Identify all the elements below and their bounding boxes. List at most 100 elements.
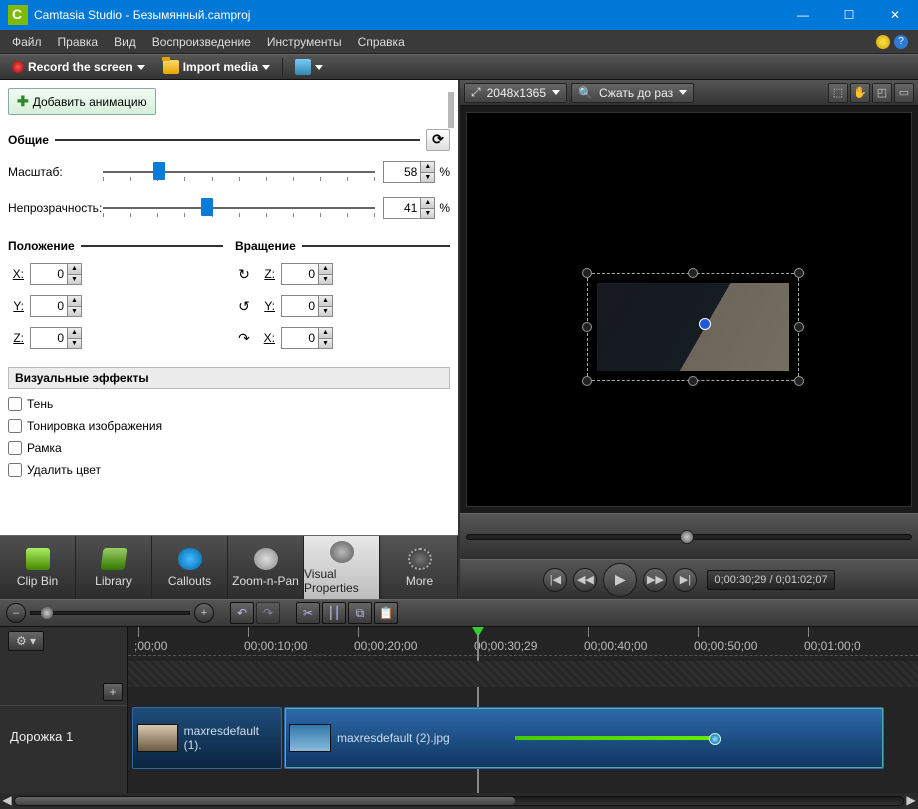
- timeline-tracks[interactable]: ;00;00 00;00:10;00 00;00:20;00 00;00:30;…: [128, 627, 918, 793]
- handle-ne[interactable]: [794, 268, 804, 278]
- tab-clip-bin[interactable]: Clip Bin: [0, 536, 76, 599]
- track-label[interactable]: Дорожка 1: [0, 705, 127, 767]
- effect-removecolor-checkbox[interactable]: [8, 463, 22, 477]
- undo-button[interactable]: ↶: [230, 602, 254, 624]
- handle-s[interactable]: [688, 376, 698, 386]
- redo-button[interactable]: ↷: [256, 602, 280, 624]
- tab-zoom-pan[interactable]: Zoom-n-Pan: [228, 536, 304, 599]
- cut-button[interactable]: ✂: [296, 602, 320, 624]
- timeline-options-button[interactable]: ⚙ ▾: [8, 631, 44, 651]
- axis-z: Z:: [8, 331, 24, 345]
- handle-se[interactable]: [794, 376, 804, 386]
- record-screen-button[interactable]: Record the screen: [4, 56, 153, 78]
- separator: [282, 58, 283, 76]
- scrollbar[interactable]: [444, 92, 456, 523]
- close-button[interactable]: ✕: [872, 0, 918, 30]
- scroll-left-button[interactable]: ◀: [0, 793, 14, 809]
- tab-more[interactable]: More: [382, 536, 458, 599]
- next-button[interactable]: ▶|: [673, 568, 697, 592]
- seek-bar[interactable]: [466, 534, 912, 540]
- scale-label: Масштаб:: [8, 165, 103, 179]
- menu-tools[interactable]: Инструменты: [259, 32, 350, 52]
- copy-button[interactable]: ⧉: [348, 602, 372, 624]
- scale-slider[interactable]: [103, 163, 375, 181]
- playhead[interactable]: [472, 627, 484, 637]
- minimize-button[interactable]: —: [780, 0, 826, 30]
- record-icon: [12, 61, 24, 73]
- effect-removecolor-label: Удалить цвет: [27, 463, 101, 477]
- opacity-slider[interactable]: [103, 199, 375, 217]
- selection-outline[interactable]: [587, 273, 799, 381]
- detach-button[interactable]: ◰: [872, 83, 892, 103]
- timeline-clip-1[interactable]: maxresdefault (1).: [132, 707, 282, 769]
- rot-x-input[interactable]: ▲▼: [281, 327, 333, 349]
- timeline: – + ↶ ↷ ✂ ⎮⎮ ⧉ 📋 ⚙ ▾ + Дорожка 1 ;00;00 …: [0, 599, 918, 809]
- split-button[interactable]: ⎮⎮: [322, 602, 346, 624]
- titlebar: Camtasia Studio - Безымянный.camproj — ☐…: [0, 0, 918, 30]
- zoom-in-button[interactable]: +: [194, 603, 214, 623]
- timeline-ruler[interactable]: ;00;00 00;00:10;00 00;00:20;00 00;00:30;…: [128, 627, 918, 655]
- import-media-button[interactable]: Import media: [155, 56, 278, 78]
- tab-library[interactable]: Library: [76, 536, 152, 599]
- scale-input[interactable]: ▲▼: [383, 161, 435, 183]
- animation-arrow[interactable]: [515, 736, 715, 740]
- tab-callouts[interactable]: Callouts: [152, 536, 228, 599]
- paste-button[interactable]: 📋: [374, 602, 398, 624]
- tips-icon[interactable]: [876, 35, 890, 49]
- playback-bar: [460, 513, 918, 559]
- handle-w[interactable]: [582, 322, 592, 332]
- rot-z-input[interactable]: ▲▼: [281, 263, 333, 285]
- effect-shadow-checkbox[interactable]: [8, 397, 22, 411]
- scroll-right-button[interactable]: ▶: [904, 793, 918, 809]
- pos-y-input[interactable]: ▲▼: [30, 295, 82, 317]
- timeline-clip-2[interactable]: maxresdefault (2).jpg: [284, 707, 884, 769]
- zoom-slider[interactable]: [30, 611, 190, 615]
- add-animation-label: Добавить анимацию: [33, 95, 147, 109]
- pan-button[interactable]: ✋: [850, 83, 870, 103]
- timeline-horizontal-scroll[interactable]: ◀ ▶: [0, 793, 918, 809]
- tab-visual-properties[interactable]: Visual Properties: [304, 536, 380, 599]
- menu-play[interactable]: Воспроизведение: [144, 32, 259, 52]
- pos-x-input[interactable]: ▲▼: [30, 263, 82, 285]
- menu-help[interactable]: Справка: [350, 32, 413, 52]
- shrink-dropdown[interactable]: 🔍 Сжать до раз: [571, 83, 694, 103]
- menu-edit[interactable]: Правка: [50, 32, 107, 52]
- crop-button[interactable]: ⬚: [828, 83, 848, 103]
- add-track-button[interactable]: +: [103, 683, 123, 701]
- menu-file[interactable]: Файл: [4, 32, 50, 52]
- animation-keyframe[interactable]: [709, 733, 721, 745]
- rewind-button[interactable]: ◀◀: [573, 568, 597, 592]
- share-icon: [295, 59, 311, 75]
- handle-e[interactable]: [794, 322, 804, 332]
- rot-y-input[interactable]: ▲▼: [281, 295, 333, 317]
- forward-button[interactable]: ▶▶: [643, 568, 667, 592]
- handle-sw[interactable]: [582, 376, 592, 386]
- add-animation-button[interactable]: ✚ Добавить анимацию: [8, 88, 156, 115]
- zoom-icon: [254, 548, 278, 570]
- tab-label: More: [406, 574, 433, 588]
- fullscreen-button[interactable]: ▭: [894, 83, 914, 103]
- tool-tabs: Clip Bin Library Callouts Zoom-n-Pan Vis…: [0, 535, 458, 599]
- play-button[interactable]: ▶: [603, 563, 637, 597]
- handle-n[interactable]: [688, 268, 698, 278]
- effect-border-checkbox[interactable]: [8, 441, 22, 455]
- produce-share-button[interactable]: [287, 56, 331, 78]
- timeline-empty-track[interactable]: [128, 661, 918, 687]
- clip-thumbnail: [289, 724, 331, 752]
- opacity-input[interactable]: ▲▼: [383, 197, 435, 219]
- rotation-handle[interactable]: [699, 318, 711, 330]
- pos-z-input[interactable]: ▲▼: [30, 327, 82, 349]
- menu-view[interactable]: Вид: [106, 32, 144, 52]
- section-visual-effects: Визуальные эффекты: [8, 367, 450, 389]
- effect-colorize-checkbox[interactable]: [8, 419, 22, 433]
- prev-button[interactable]: |◀: [543, 568, 567, 592]
- axis-z: Z:: [259, 267, 275, 281]
- shrink-value: Сжать до раз: [599, 86, 673, 100]
- dimensions-dropdown[interactable]: ⤢ 2048x1365: [464, 83, 567, 103]
- help-icon[interactable]: ?: [894, 35, 908, 49]
- handle-nw[interactable]: [582, 268, 592, 278]
- zoom-out-button[interactable]: –: [6, 603, 26, 623]
- maximize-button[interactable]: ☐: [826, 0, 872, 30]
- preview-canvas[interactable]: [466, 112, 912, 507]
- more-icon: [408, 548, 432, 570]
